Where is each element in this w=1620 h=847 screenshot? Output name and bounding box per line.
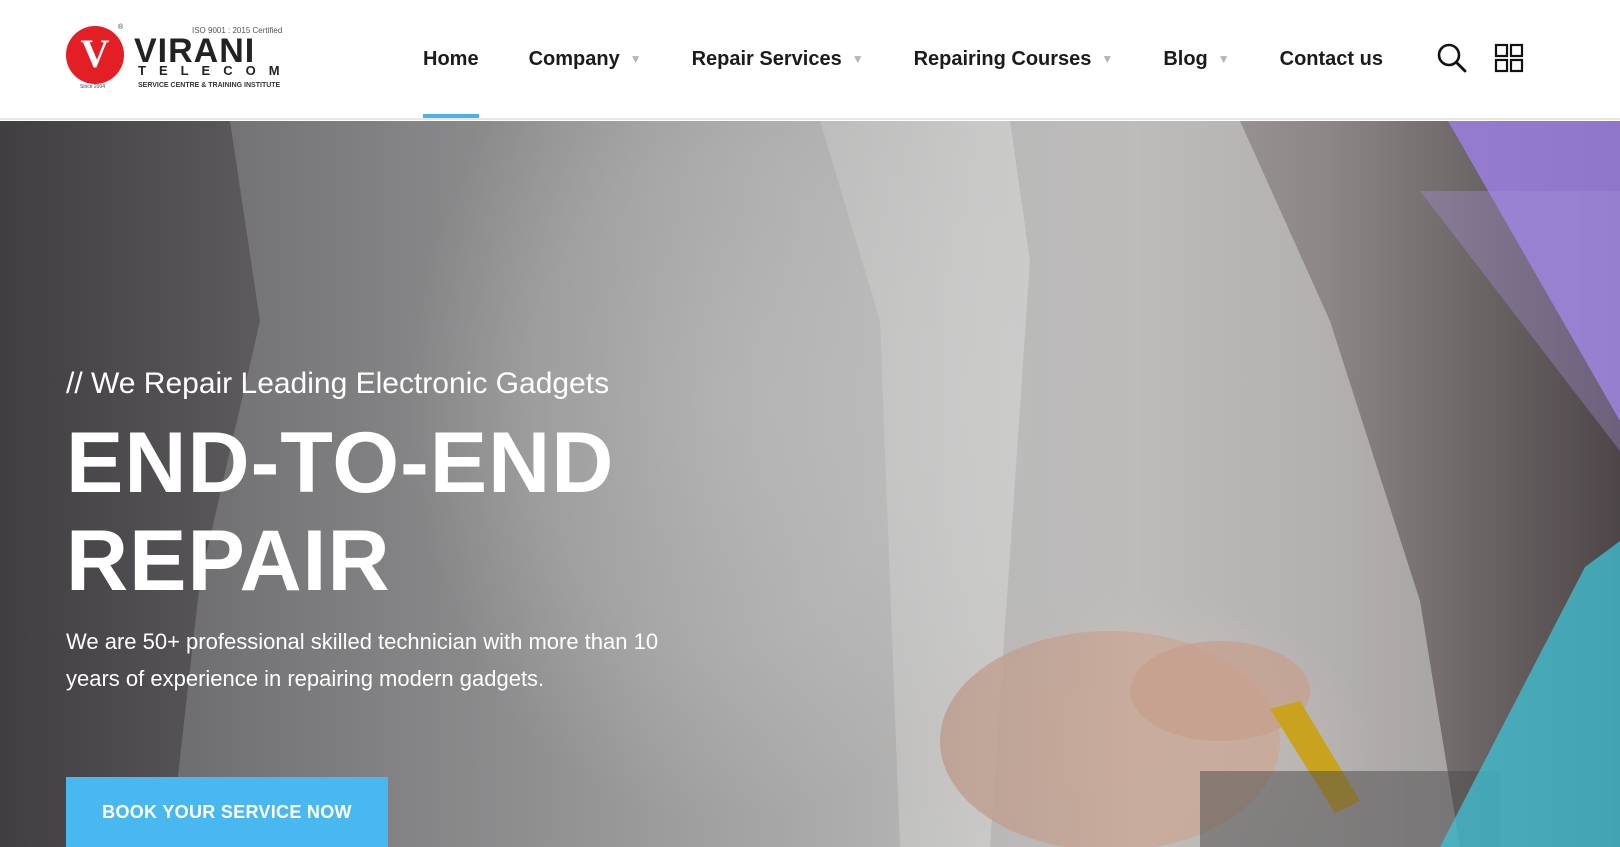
logo-letter: V (80, 31, 110, 76)
hero-subtitle: // We Repair Leading Electronic Gadgets (66, 367, 610, 400)
nav-label: Home (423, 47, 479, 70)
nav-item-home[interactable]: Home (423, 0, 479, 118)
hero-title: END-TO-END REPAIR (66, 414, 614, 610)
logo-since: Since 2004 (80, 84, 106, 90)
logo-subname: TELECOM (138, 63, 293, 78)
site-logo[interactable]: V ® Since 2004 ISO 9001 : 2015 Certified… (66, 24, 296, 94)
logo-tagline: SERVICE CENTRE & TRAINING INSTITUTE (138, 82, 281, 89)
nav-item-company[interactable]: Company ▼ (529, 0, 642, 118)
nav-item-contact[interactable]: Contact us (1280, 0, 1383, 118)
nav-item-blog[interactable]: Blog ▼ (1163, 0, 1229, 118)
main-nav: Home Company ▼ Repair Services ▼ Repairi… (423, 0, 1433, 118)
logo-emblem: V (66, 26, 124, 84)
caret-down-icon: ▼ (1101, 52, 1114, 66)
book-service-button[interactable]: BOOK YOUR SERVICE NOW (66, 777, 388, 847)
hero-title-line1: END-TO-END (66, 415, 615, 511)
nav-label: Repair Services (691, 47, 842, 70)
nav-item-repairing-courses[interactable]: Repairing Courses ▼ (914, 0, 1114, 118)
hero-title-line2: REPAIR (66, 513, 391, 609)
caret-down-icon: ▼ (851, 52, 864, 66)
hero-banner: // We Repair Leading Electronic Gadgets … (0, 121, 1620, 847)
nav-label: Blog (1163, 47, 1208, 70)
registered-mark: ® (118, 24, 124, 31)
caret-down-icon: ▼ (629, 52, 642, 66)
site-header: V ® Since 2004 ISO 9001 : 2015 Certified… (0, 0, 1620, 120)
search-icon[interactable] (1436, 42, 1468, 74)
nav-label: Repairing Courses (913, 47, 1092, 70)
nav-item-repair-services[interactable]: Repair Services ▼ (692, 0, 864, 118)
grid-menu-icon[interactable] (1494, 43, 1524, 73)
nav-label: Contact us (1279, 47, 1383, 70)
hero-description: We are 50+ professional skilled technici… (66, 629, 659, 691)
nav-label: Company (528, 47, 620, 70)
caret-down-icon: ▼ (1217, 52, 1230, 66)
